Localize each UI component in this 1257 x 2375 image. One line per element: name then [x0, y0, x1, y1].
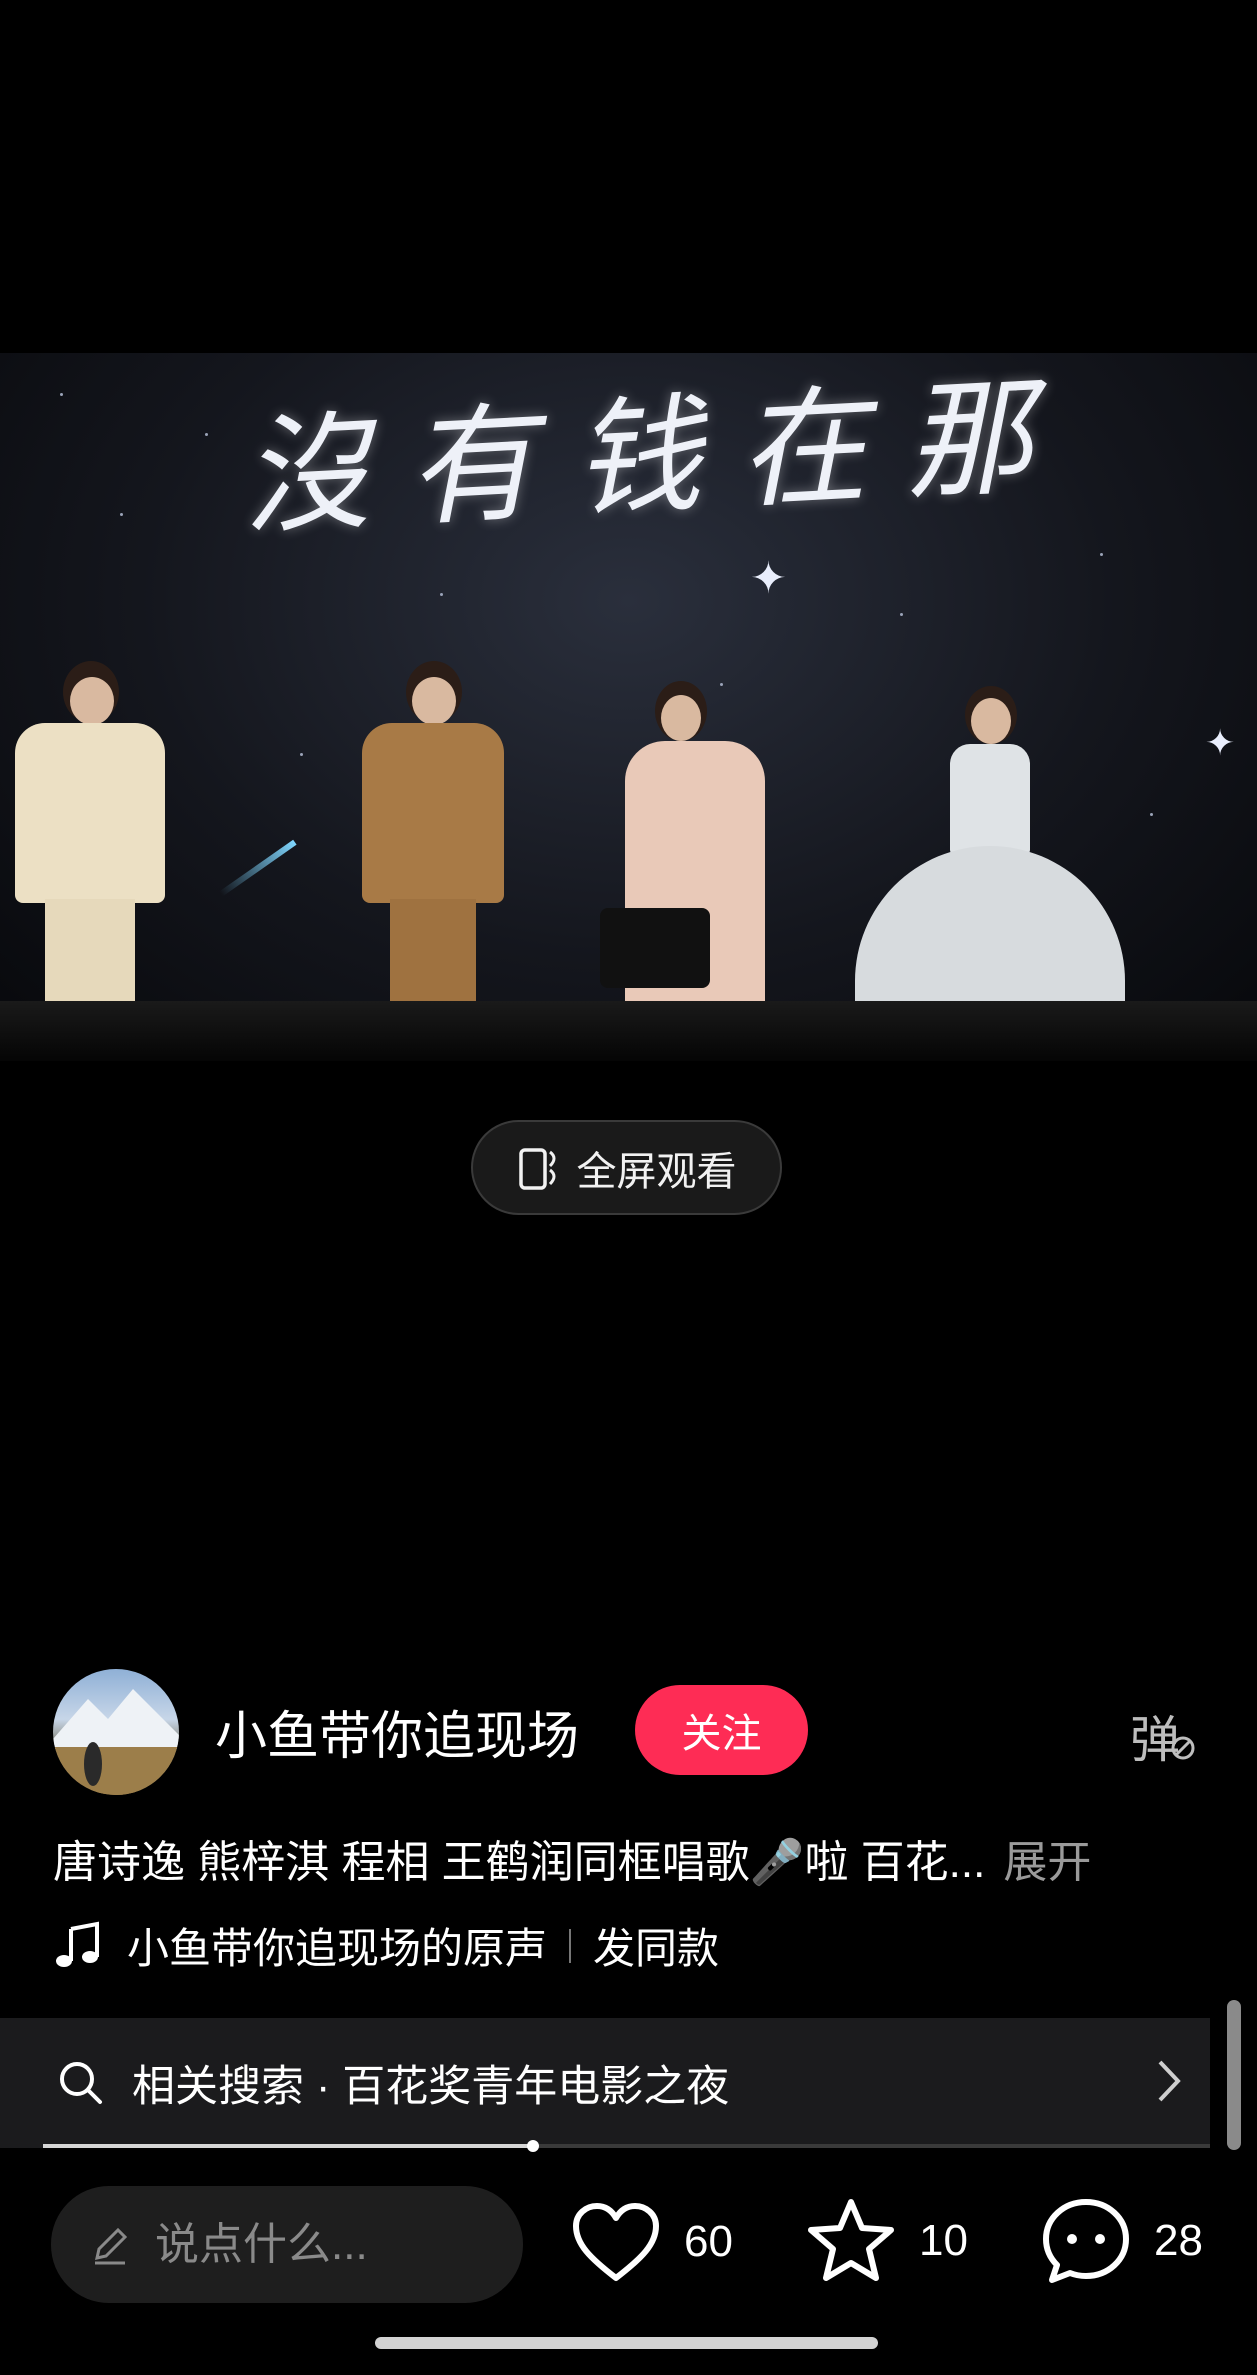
video-description[interactable]: 唐诗逸 熊梓淇 程相 王鹤润同框唱歌🎤啦 百花... 展开: [53, 1826, 1091, 1890]
rotate-phone-icon: [518, 1147, 555, 1190]
avatar-image: [53, 1689, 179, 1795]
video-progress-bar[interactable]: [43, 2140, 1210, 2152]
divider: [569, 1928, 572, 1963]
sparkle-icon: ✦: [750, 553, 787, 604]
video-player[interactable]: 沒有钱在那 ✦ ✦ ✦: [0, 353, 1257, 1061]
related-search-label: 相关搜索 · 百花奖青年电影之夜: [132, 2063, 730, 2111]
search-icon: [60, 2062, 102, 2104]
expand-button[interactable]: 展开: [1003, 1838, 1091, 1887]
comment-icon: [1043, 2199, 1129, 2283]
related-search-bar[interactable]: 相关搜索 · 百花奖青年电影之夜: [0, 2018, 1210, 2148]
description-text: 唐诗逸 熊梓淇 程相 王鹤润同框唱歌🎤啦 百花...: [53, 1838, 986, 1887]
heart-icon: [573, 2203, 659, 2281]
chevron-right-icon: [1158, 2060, 1181, 2102]
comment-input[interactable]: [153, 2218, 497, 2271]
comment-count: 28: [1154, 2216, 1203, 2265]
home-indicator[interactable]: [375, 2337, 878, 2349]
scrollbar[interactable]: [1227, 2000, 1241, 2150]
progress-handle[interactable]: [527, 2140, 540, 2152]
sparkle-icon: ✦: [1205, 723, 1236, 764]
danmu-toggle[interactable]: 弹: [1130, 1700, 1196, 1772]
use-sound-button[interactable]: 发同款: [593, 1915, 719, 1976]
fullscreen-button[interactable]: 全屏观看: [471, 1120, 782, 1215]
follow-button[interactable]: 关注: [635, 1685, 808, 1775]
star-icon: [808, 2199, 894, 2281]
music-title: 小鱼带你追现场的原声: [127, 1925, 548, 1972]
progress-fill: [43, 2144, 534, 2148]
like-count: 60: [684, 2217, 733, 2266]
danmu-off-icon: [1171, 1736, 1195, 1760]
favorite-button[interactable]: 10: [805, 2196, 968, 2286]
comment-input-box[interactable]: [51, 2186, 523, 2303]
like-button[interactable]: 60: [570, 2200, 733, 2284]
favorite-count: 10: [919, 2216, 968, 2265]
fullscreen-label: 全屏观看: [576, 1149, 737, 1194]
music-note-icon: [56, 1921, 99, 1967]
video-overlay-text: 沒有钱在那: [237, 361, 1074, 554]
comment-button[interactable]: 28: [1040, 2196, 1203, 2286]
avatar[interactable]: [53, 1669, 179, 1795]
music-row[interactable]: 小鱼带你追现场的原声 发同款: [53, 1915, 719, 1976]
pencil-icon: [95, 2227, 128, 2264]
stage-floor: [0, 1001, 1257, 1061]
author-name[interactable]: 小鱼带你追现场: [215, 1694, 579, 1769]
